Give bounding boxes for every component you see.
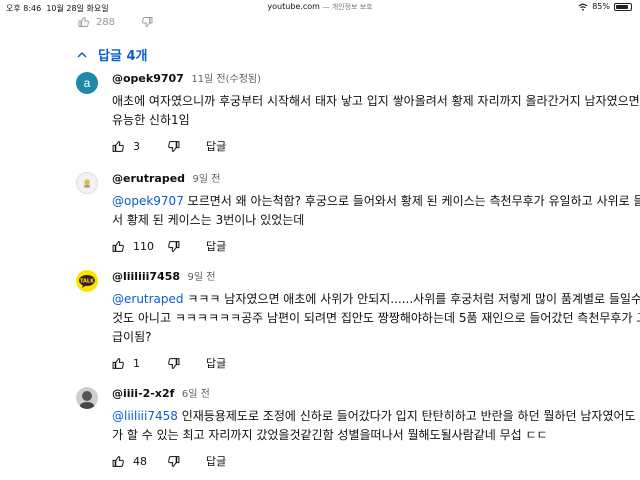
like-icon[interactable] xyxy=(112,455,125,468)
username[interactable]: @erutraped xyxy=(112,172,185,185)
like-icon[interactable] xyxy=(112,140,125,153)
username[interactable]: @liiliii7458 xyxy=(112,270,180,283)
dislike-icon[interactable] xyxy=(167,140,180,153)
url-privacy-note: — 개인정보 보호 xyxy=(322,3,373,11)
status-bar: 오후 8:46 10월 28일 화요일 youtube.com — 개인정보 보… xyxy=(0,0,640,16)
timestamp[interactable]: 9일 전 xyxy=(188,272,216,283)
avatar-image xyxy=(80,391,94,409)
like-count: 110 xyxy=(133,239,154,253)
like-count: 3 xyxy=(133,139,140,153)
like-count: 48 xyxy=(133,454,147,468)
url-text: youtube.com xyxy=(267,2,320,11)
reply-header: @iiii-2-x2f 6일 전 xyxy=(112,387,640,401)
timestamp[interactable]: 9일 전 xyxy=(193,174,221,185)
talk-bubble-icon: TALK xyxy=(79,275,95,288)
avatar[interactable] xyxy=(76,172,98,194)
like-icon[interactable] xyxy=(112,240,125,253)
reply-button[interactable]: 답글 xyxy=(206,138,226,154)
reply-header: @erutraped 9일 전 xyxy=(112,172,640,186)
wifi-icon xyxy=(578,3,588,11)
reply-text-content: 인재등용제도로 조정에 신하로 들어갔다가 입지 탄탄히하고 반란을 하던 뭘하… xyxy=(112,409,640,442)
reply-text: @liiliii7458 인재등용제도로 조정에 신하로 들어갔다가 입지 탄탄… xyxy=(112,407,640,445)
status-indicators: 85% xyxy=(578,2,632,11)
avatar[interactable] xyxy=(76,387,98,409)
reply-text-content: 모르면서 왜 아는척함? 후궁으로 들어와서 황제 된 케이스는 측천무후가 유… xyxy=(112,194,640,227)
avatar-letter: a xyxy=(83,76,91,90)
reply-button[interactable]: 답글 xyxy=(206,238,226,254)
avatar-letter: TALK xyxy=(80,278,95,284)
mention-link[interactable]: @liiliii7458 xyxy=(112,409,178,423)
reply-actions: 110 답글 xyxy=(112,239,640,253)
chevron-up-icon xyxy=(77,51,87,58)
reply-text: 애초에 여자였으니까 후궁부터 시작해서 태자 낳고 입지 쌓아올려서 황제 자… xyxy=(112,92,640,130)
dislike-icon[interactable] xyxy=(167,357,180,370)
dislike-icon[interactable] xyxy=(167,455,180,468)
reply-button[interactable]: 답글 xyxy=(206,355,226,371)
reply-header: @liiliii7458 9일 전 xyxy=(112,270,640,284)
reply-header: @opek9707 11일 전(수정됨) xyxy=(112,72,640,86)
reply-text: @opek9707 모르면서 왜 아는척함? 후궁으로 들어와서 황제 된 케이… xyxy=(112,192,640,230)
battery-fill xyxy=(616,4,628,9)
username[interactable]: @iiii-2-x2f xyxy=(112,387,174,400)
reply-text-content: ㅋㅋㅋ 남자였으면 애초에 사위가 안되지......사위를 후궁처럼 저렇게 … xyxy=(112,292,640,344)
reply-actions: 1 답글 xyxy=(112,356,640,370)
battery-percent: 85% xyxy=(592,2,610,11)
like-count: 1 xyxy=(133,356,140,370)
like-icon[interactable] xyxy=(78,16,90,28)
battery-icon xyxy=(614,2,632,11)
hide-replies-button[interactable]: 답글 4개 xyxy=(76,45,147,64)
replies-count-label: 답글 4개 xyxy=(98,49,148,64)
like-icon[interactable] xyxy=(112,357,125,370)
reply-text-content: 애초에 여자였으니까 후궁부터 시작해서 태자 낳고 입지 쌓아올려서 황제 자… xyxy=(112,94,640,127)
timestamp[interactable]: 11일 전(수정됨) xyxy=(191,74,261,85)
avatar-image xyxy=(84,179,90,188)
username[interactable]: @opek9707 xyxy=(112,72,184,85)
url-bar[interactable]: youtube.com — 개인정보 보호 xyxy=(0,2,640,12)
dislike-icon[interactable] xyxy=(167,240,180,253)
previous-like-count: 288 xyxy=(96,16,116,28)
reply-actions: 3 답글 xyxy=(112,139,640,153)
reply-button[interactable]: 답글 xyxy=(206,453,226,469)
avatar[interactable]: a xyxy=(76,72,98,94)
mention-link[interactable]: @opek9707 xyxy=(112,194,184,208)
previous-comment-actions: 288 xyxy=(78,15,153,29)
dislike-icon[interactable] xyxy=(141,16,153,28)
mention-link[interactable]: @erutraped xyxy=(112,292,184,306)
reply-actions: 48 답글 xyxy=(112,454,640,468)
timestamp[interactable]: 6일 전 xyxy=(182,389,210,400)
reply-text: @erutraped ㅋㅋㅋ 남자였으면 애초에 사위가 안되지......사위… xyxy=(112,290,640,347)
avatar[interactable]: TALK xyxy=(76,270,98,292)
